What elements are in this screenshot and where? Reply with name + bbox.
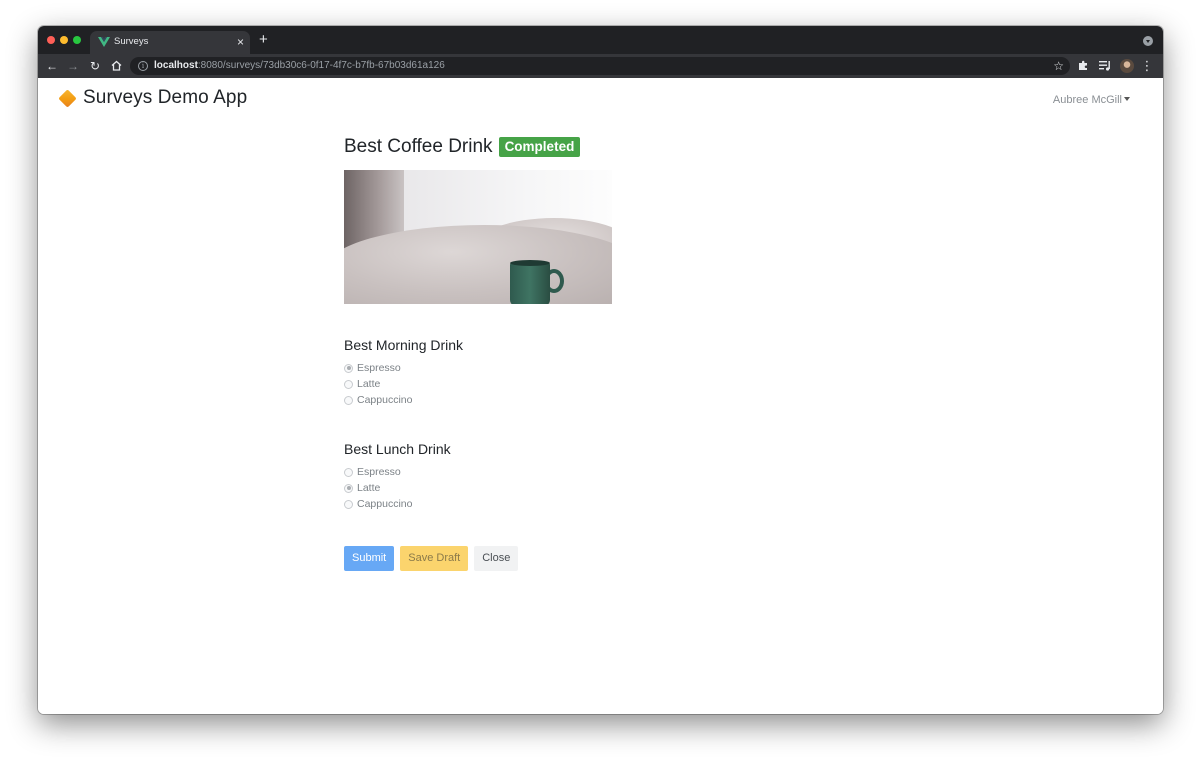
home-icon[interactable] — [108, 58, 124, 74]
tab-title: Surveys — [114, 36, 149, 47]
option-label: Cappuccino — [357, 394, 413, 406]
caret-down-icon — [1124, 97, 1130, 101]
tab-search-icon[interactable] — [1143, 36, 1153, 46]
radio-button[interactable] — [344, 467, 353, 477]
option-cappuccino[interactable]: Cappuccino — [344, 392, 864, 408]
site-info-icon[interactable]: i — [138, 61, 148, 71]
survey-title: Best Coffee Drink — [344, 136, 493, 157]
submit-button[interactable]: Submit — [344, 546, 395, 571]
page: Surveys Demo App Aubree McGill Best Coff… — [38, 78, 1163, 714]
browser-toolbar: ← → ↻ i localhost:8080/surveys/73db30c6-… — [38, 54, 1163, 78]
tab-close-icon[interactable]: × — [237, 34, 244, 50]
option-cappuccino[interactable]: Cappuccino — [344, 496, 864, 512]
extensions-puzzle-icon[interactable] — [1075, 58, 1091, 74]
question-title: Best Morning Drink — [344, 337, 464, 353]
bookmark-star-icon[interactable]: ☆ — [1053, 58, 1064, 74]
option-label: Cappuccino — [357, 498, 413, 510]
option-latte[interactable]: Latte — [344, 480, 864, 496]
option-label: Latte — [357, 378, 381, 390]
tab-surveys[interactable]: Surveys × — [90, 31, 250, 54]
option-espresso[interactable]: Espresso — [344, 360, 864, 376]
close-window-button[interactable] — [47, 36, 55, 44]
option-latte[interactable]: Latte — [344, 376, 864, 392]
url-host: localhost — [154, 60, 198, 71]
zoom-window-button[interactable] — [73, 36, 81, 44]
profile-avatar[interactable] — [1120, 59, 1134, 73]
browser-menu-icon[interactable]: ⋮ — [1139, 58, 1155, 74]
option-label: Espresso — [357, 362, 401, 374]
back-arrow-icon[interactable]: ← — [44, 58, 60, 74]
browser-window: Surveys × + ← → ↻ i localhost:8080/surve… — [38, 26, 1163, 714]
user-menu[interactable]: Aubree McGill — [1053, 94, 1130, 106]
action-buttons: Submit Save Draft Close — [344, 546, 864, 571]
radio-button[interactable] — [344, 395, 353, 405]
option-espresso[interactable]: Espresso — [344, 464, 864, 480]
brand-link[interactable]: Surveys Demo App — [58, 86, 247, 110]
forward-arrow-icon[interactable]: → — [65, 58, 81, 74]
question-morning: Best Morning Drink Espresso Latte Cappuc… — [344, 336, 864, 408]
survey-content: Best Coffee Drink Completed Best Morning… — [344, 134, 864, 571]
new-tab-button[interactable]: + — [259, 32, 268, 48]
user-name: Aubree McGill — [1052, 94, 1122, 106]
media-control-icon[interactable] — [1097, 58, 1113, 74]
close-button[interactable]: Close — [474, 546, 519, 571]
reload-icon[interactable]: ↻ — [87, 58, 103, 74]
question-title: Best Lunch Drink — [344, 441, 451, 457]
vue-logo-icon — [98, 37, 110, 47]
survey-header: Best Coffee Drink Completed — [344, 134, 864, 160]
minimize-window-button[interactable] — [60, 36, 68, 44]
radio-button[interactable] — [344, 379, 353, 389]
status-badge: Completed — [498, 137, 581, 157]
diamond-logo-icon — [58, 88, 77, 108]
app-name: Surveys Demo App — [83, 87, 248, 108]
radio-button[interactable] — [344, 499, 353, 509]
option-list: Espresso Latte Cappuccino — [344, 360, 864, 408]
survey-cover-image — [344, 170, 612, 304]
option-label: Latte — [357, 482, 381, 494]
question-lunch: Best Lunch Drink Espresso Latte Cappucci… — [344, 440, 864, 512]
save-draft-button[interactable]: Save Draft — [400, 546, 469, 571]
url-text: localhost:8080/surveys/73db30c6-0f17-4f7… — [154, 60, 445, 71]
radio-button[interactable] — [344, 363, 353, 373]
option-list: Espresso Latte Cappuccino — [344, 464, 864, 512]
option-label: Espresso — [357, 466, 401, 478]
address-bar[interactable]: i localhost:8080/surveys/73db30c6-0f17-4… — [130, 57, 1070, 75]
tab-strip: Surveys × + — [38, 26, 1163, 54]
radio-button[interactable] — [344, 483, 353, 493]
url-path: :8080/surveys/73db30c6-0f17-4f7c-b7fb-67… — [197, 60, 445, 71]
